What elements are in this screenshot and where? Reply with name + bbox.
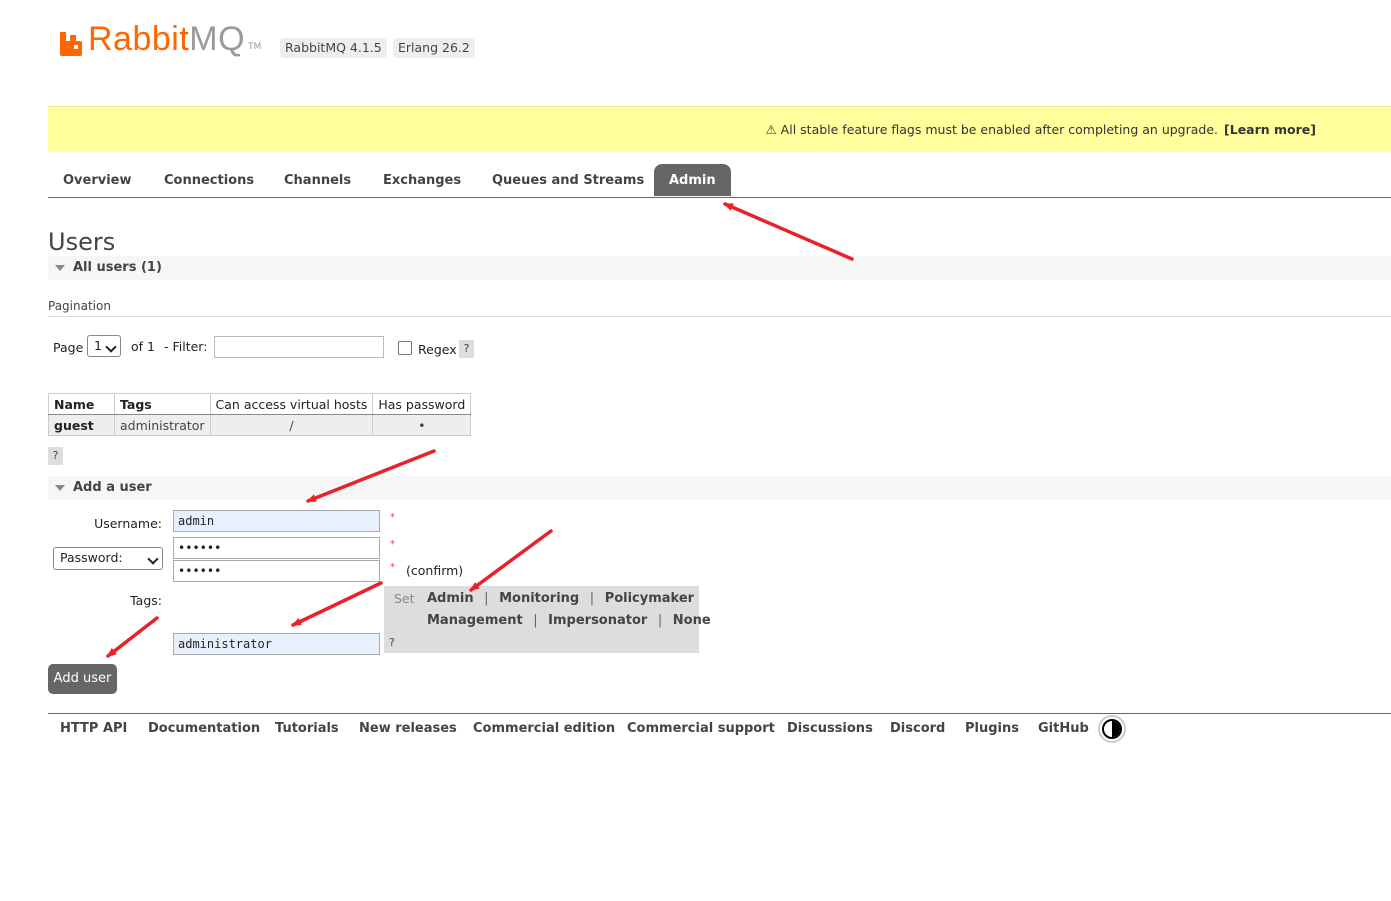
- arrow-to-admin-tab: [723, 202, 854, 261]
- annotation-arrows: [106, 202, 854, 658]
- arrow-to-add-user-button: [106, 616, 159, 658]
- arrow-to-admin-tag: [469, 529, 553, 592]
- arrow-to-tags-input: [291, 581, 383, 627]
- arrow-to-username: [306, 449, 436, 503]
